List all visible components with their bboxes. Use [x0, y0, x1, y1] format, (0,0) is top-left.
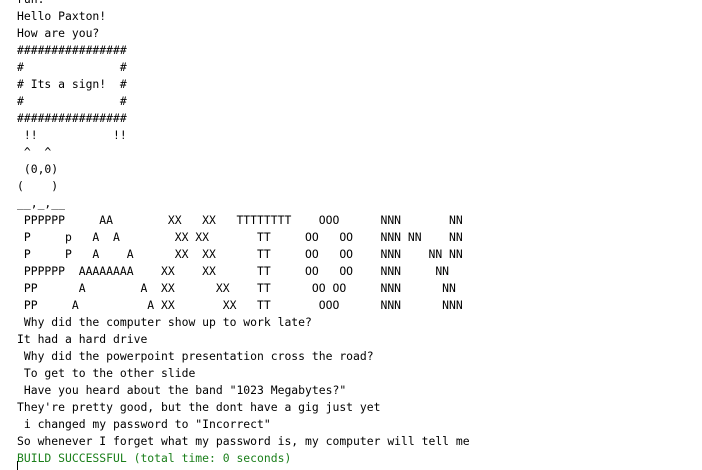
console-line-greeting: Hello Paxton!: [17, 9, 107, 23]
banner-row-6: PP A A XX XX TT OOO NNN NNN: [17, 298, 463, 312]
text-caret: [17, 461, 18, 470]
banner-row-2: P p A A XX XX TT OO OO NNN NN NN: [17, 230, 463, 244]
banner-row-3: P P A A XX XX TT OO OO NNN NN NN: [17, 247, 463, 261]
joke-2-answer: To get to the other slide: [17, 366, 196, 380]
ascii-owl-ears: ^ ^: [17, 145, 52, 159]
sign-side-1: # #: [17, 60, 127, 74]
joke-4-punchline: So whenever I forget what my password is…: [17, 434, 470, 448]
joke-3-question: Have you heard about the band "1023 Mega…: [17, 383, 347, 397]
sign-border-top: ################: [17, 43, 127, 57]
sign-posts: !! !!: [17, 128, 127, 142]
banner-row-5: PP A A XX XX TT OO OO NNN NN: [17, 281, 456, 295]
sign-side-2: # #: [17, 94, 127, 108]
joke-2-question: Why did the powerpoint presentation cros…: [17, 349, 374, 363]
joke-3-answer: They're pretty good, but the dont have a…: [17, 400, 381, 414]
console-line-run: run:: [17, 0, 470, 8]
joke-4-setup: i changed my password to "Incorrect": [17, 417, 271, 431]
ascii-owl-feet: __,_,__: [17, 196, 66, 210]
banner-row-1: PPPPPP AA XX XX TTTTTTTT OOO NNN NN: [17, 213, 463, 227]
console-line-question: How are you?: [17, 26, 100, 40]
joke-1-answer: It had a hard drive: [17, 332, 148, 346]
build-status-line: BUILD SUCCESSFUL (total time: 0 seconds): [17, 451, 292, 465]
output-console[interactable]: run:Hello Paxton! How are you? ###########…: [0, 0, 702, 470]
banner-row-4: PPPPPP AAAAAAAA XX XX TT OO OO NNN NN: [17, 264, 450, 278]
console-output-text: run:Hello Paxton! How are you? ###########…: [17, 0, 470, 467]
ascii-owl-eyes: (0,0): [17, 162, 59, 176]
joke-1-question: Why did the computer show up to work lat…: [17, 315, 312, 329]
sign-border-bottom: ################: [17, 111, 127, 125]
ascii-owl-body: ( ): [17, 179, 59, 193]
sign-text: # Its a sign! #: [17, 77, 127, 91]
